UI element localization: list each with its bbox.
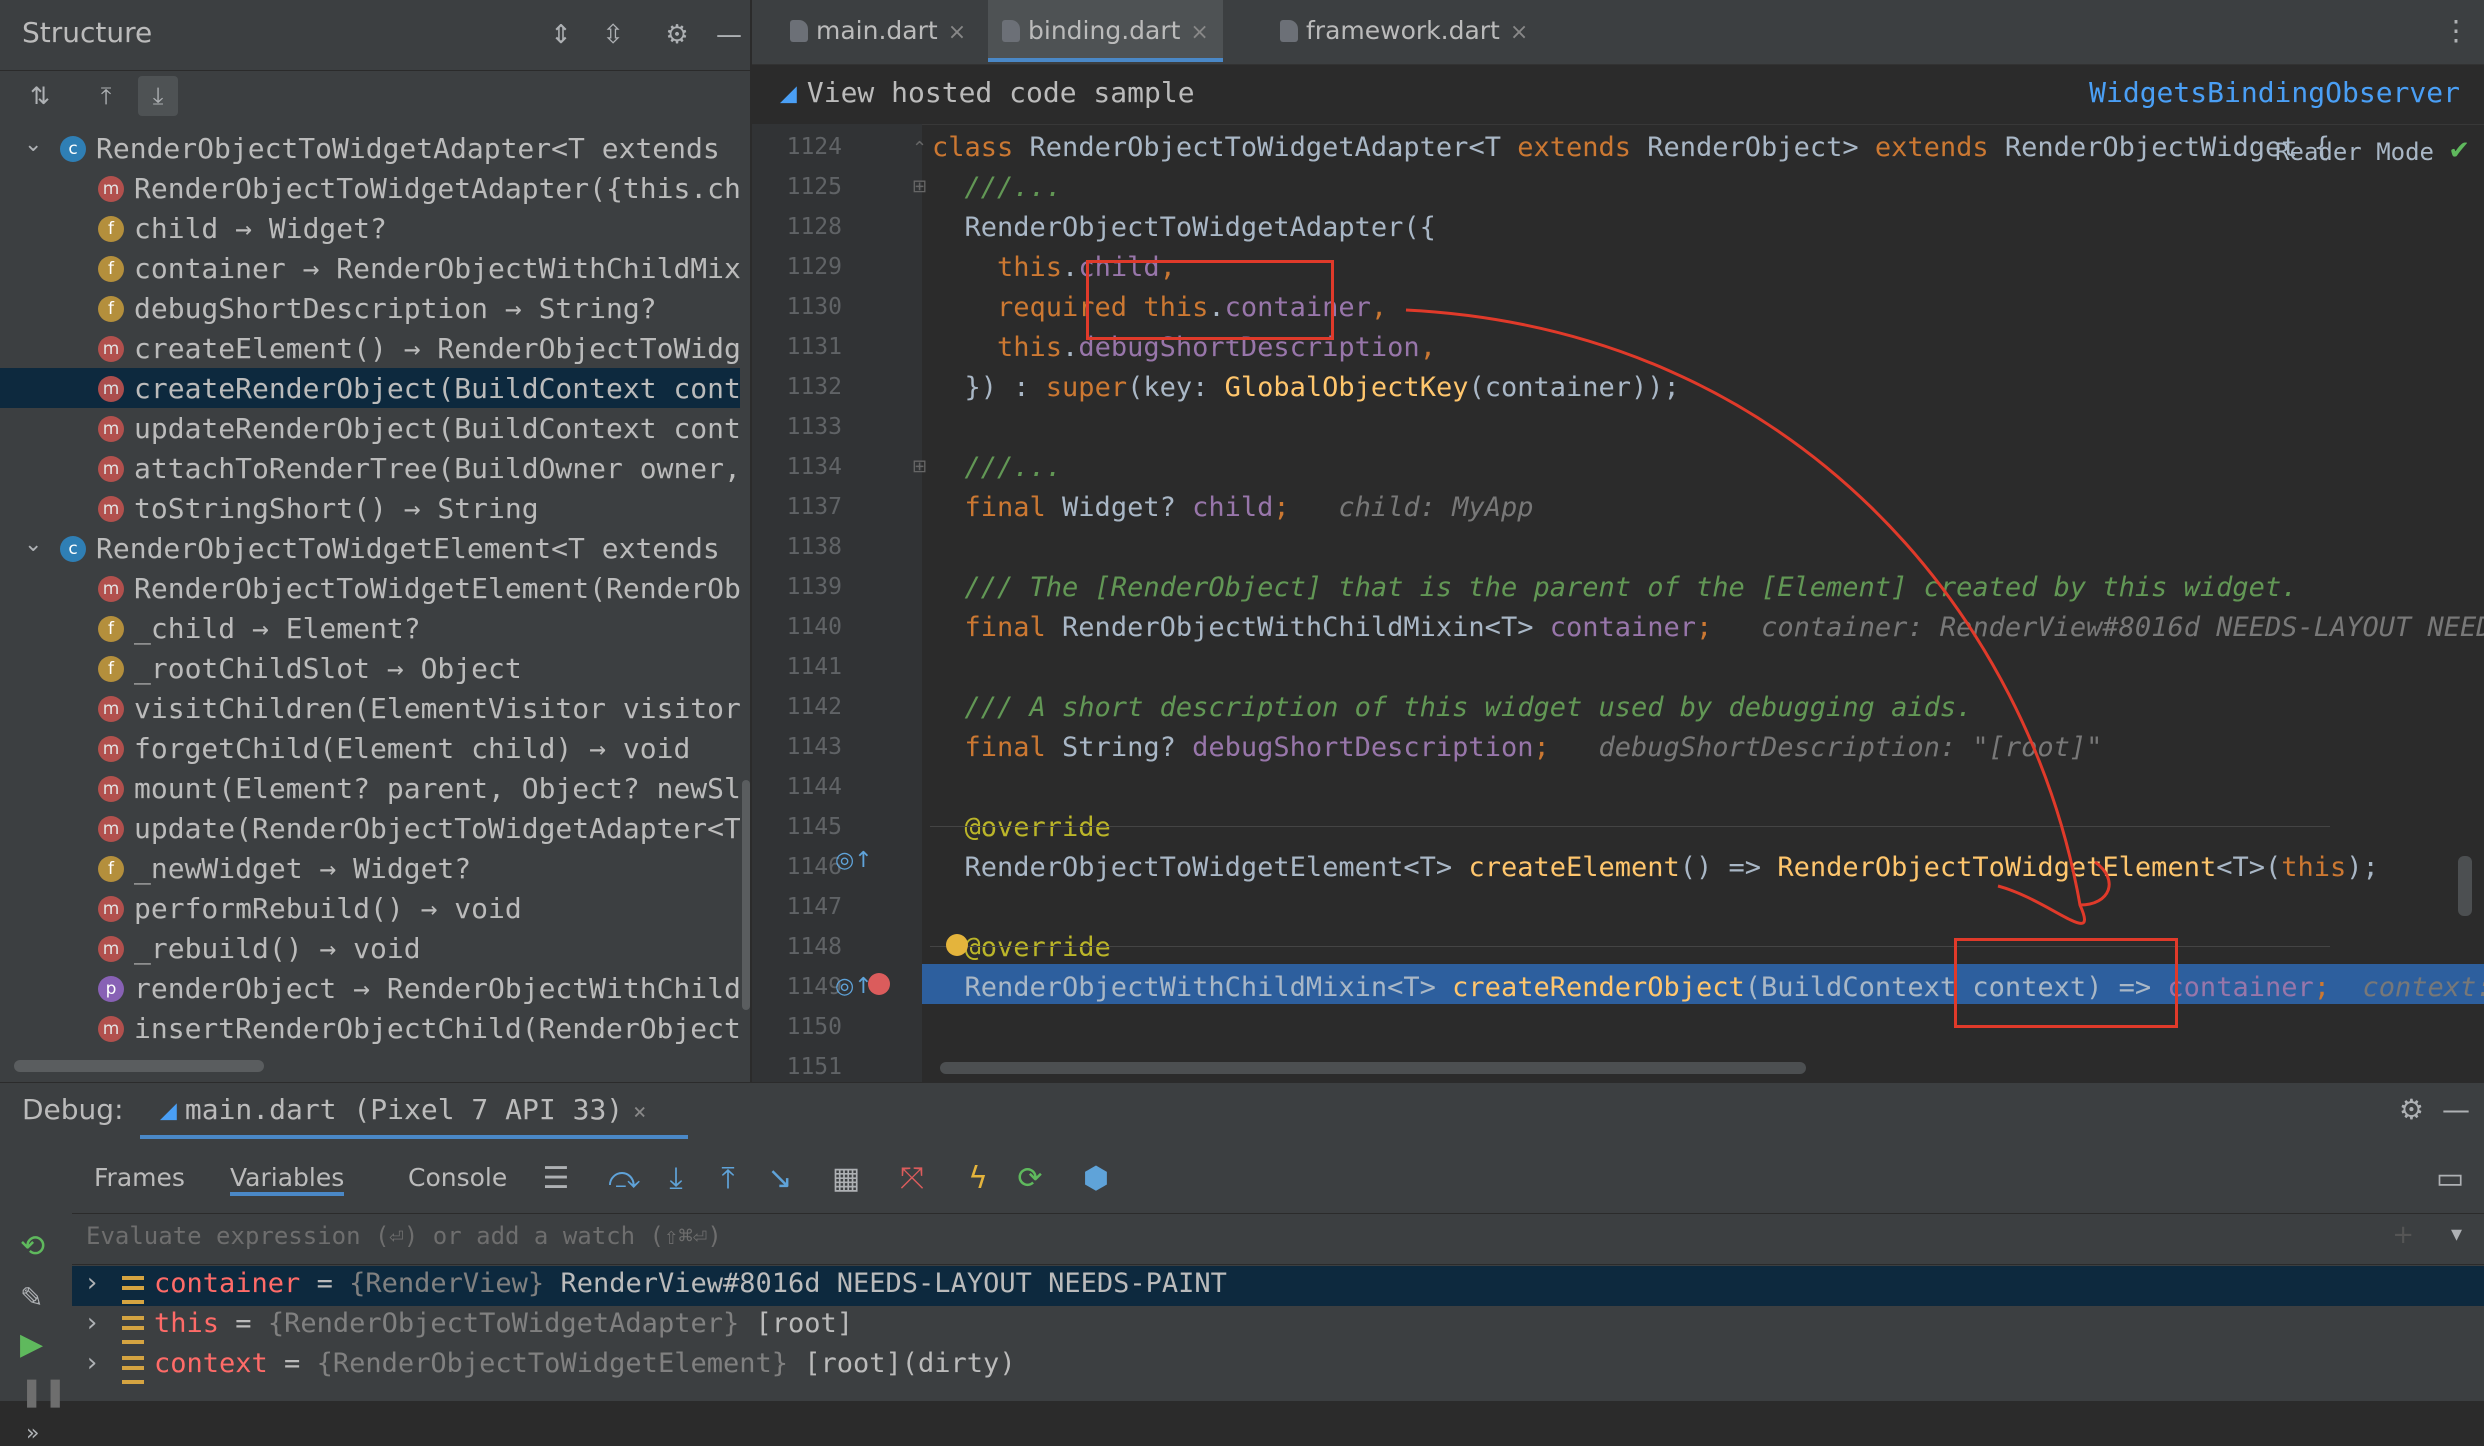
- debug-label: Debug:: [22, 1093, 124, 1126]
- variable-name: this: [154, 1308, 220, 1339]
- show-execution-point-icon[interactable]: ☰: [536, 1161, 576, 1196]
- evaluate-placeholder: Evaluate expression (⏎) or add a watch (…: [86, 1222, 722, 1250]
- flutter-icon: ◢: [160, 1093, 177, 1126]
- debug-toolbar: Frames Variables Console ☰ ⤼ ⤓ ⤒ ↘ ▦ ⤧ ϟ…: [0, 1143, 2484, 1223]
- variable-text: context = {RenderObjectToWidgetElement} …: [154, 1348, 1016, 1379]
- debug-session-label: main.dart (Pixel 7 API 33): [184, 1093, 624, 1126]
- chevron-right-icon[interactable]: ›: [84, 1348, 100, 1378]
- variable-row[interactable]: › container = {RenderView} RenderView#801…: [72, 1266, 2484, 1306]
- tab-variables[interactable]: Variables: [230, 1163, 345, 1196]
- tab-console[interactable]: Console: [408, 1163, 507, 1192]
- chevron-right-icon[interactable]: ›: [84, 1268, 100, 1298]
- step-out-icon[interactable]: ⤒: [708, 1161, 748, 1196]
- variable-type: {RenderObjectToWidgetAdapter}: [267, 1308, 740, 1339]
- hot-reload-icon[interactable]: ϟ: [958, 1161, 998, 1196]
- step-over-icon[interactable]: ⤼: [604, 1161, 644, 1196]
- add-watch-icon[interactable]: +: [2392, 1220, 2414, 1250]
- variable-row[interactable]: › this = {RenderObjectToWidgetAdapter} [r…: [72, 1306, 2484, 1346]
- debug-tab-underline: [140, 1135, 688, 1139]
- tab-frames[interactable]: Frames: [94, 1163, 185, 1192]
- field-icon: [122, 1316, 144, 1344]
- variable-text: this = {RenderObjectToWidgetAdapter} [ro…: [154, 1308, 853, 1339]
- chevron-down-icon[interactable]: ▾: [2451, 1222, 2462, 1247]
- equals-sign: =: [219, 1308, 268, 1339]
- variable-name: context: [154, 1348, 268, 1379]
- chevron-right-icon[interactable]: ›: [84, 1308, 100, 1338]
- run-to-cursor-icon[interactable]: ↘: [760, 1161, 800, 1196]
- equals-sign: =: [300, 1268, 350, 1299]
- evaluate-expression-icon[interactable]: ▦: [826, 1161, 866, 1196]
- drop-frame-icon[interactable]: ⤧: [892, 1161, 932, 1196]
- variable-type: {RenderView}: [349, 1268, 545, 1299]
- minimize-icon[interactable]: —: [2442, 1093, 2470, 1126]
- gear-icon[interactable]: ⚙: [2399, 1093, 2424, 1126]
- variables-list: › container = {RenderView} RenderView#801…: [0, 1258, 2484, 1400]
- field-icon: [122, 1356, 144, 1384]
- layout-settings-icon[interactable]: ▭: [2430, 1161, 2470, 1196]
- field-icon: [122, 1276, 144, 1304]
- variable-value: RenderView#8016d NEEDS-LAYOUT NEEDS-PAIN…: [560, 1268, 1227, 1299]
- close-icon[interactable]: ×: [633, 1100, 646, 1125]
- debug-session-tab[interactable]: ◢ main.dart (Pixel 7 API 33) ×: [160, 1093, 646, 1126]
- devtools-icon[interactable]: ⬢: [1076, 1161, 1116, 1196]
- variable-text: container = {RenderView} RenderView#8016…: [154, 1268, 1227, 1299]
- more-chevron-icon[interactable]: »: [26, 1421, 39, 1446]
- variable-type: {RenderObjectToWidgetElement}: [316, 1348, 788, 1379]
- step-into-icon[interactable]: ⤓: [656, 1161, 696, 1196]
- variable-row[interactable]: › context = {RenderObjectToWidgetElement}…: [72, 1346, 2484, 1386]
- hot-restart-icon[interactable]: ⟳: [1010, 1161, 1050, 1196]
- variable-name: container: [154, 1268, 301, 1299]
- variable-value: [root](dirty): [804, 1348, 1016, 1379]
- variable-value: [root]: [755, 1308, 854, 1339]
- equals-sign: =: [267, 1348, 317, 1379]
